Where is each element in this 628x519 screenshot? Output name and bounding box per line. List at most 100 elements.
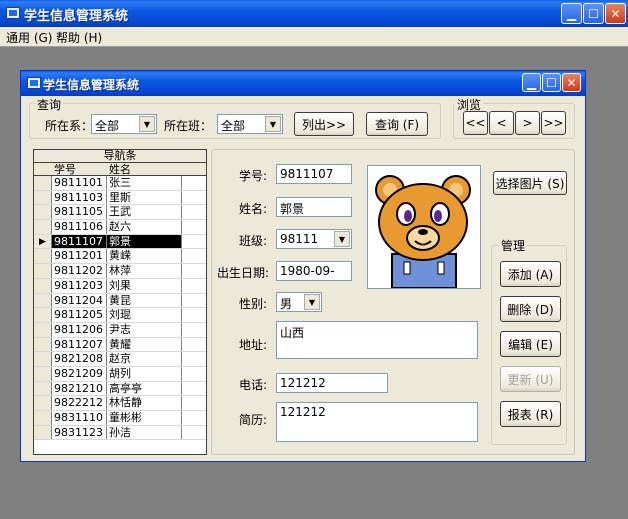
grid-cell-name[interactable]: 刘果 [107, 278, 182, 293]
grid-row[interactable]: 9811101 张三 [34, 176, 206, 191]
row-selector[interactable] [34, 322, 52, 337]
first-record-button[interactable]: << [463, 111, 488, 135]
main-title-bar[interactable]: 学生信息管理系统 ▁ ☐ ✕ [0, 0, 628, 27]
grid-cell-id[interactable]: 9811201 [52, 249, 107, 264]
gender-select[interactable]: 男 ▼ [276, 292, 322, 312]
row-selector-arrow-icon[interactable]: ▶ [34, 234, 52, 249]
grid-cell-id[interactable]: 9811101 [52, 176, 107, 190]
row-selector[interactable] [34, 176, 52, 190]
grid-cell-name[interactable]: 郭景 [107, 234, 182, 249]
update-button[interactable]: 更新 (U) [500, 366, 561, 392]
grid-row[interactable]: 9811203 刘果 [34, 278, 206, 294]
grid-row[interactable]: 9822212 林恬静 [34, 396, 206, 411]
chevron-down-icon[interactable]: ▼ [139, 116, 155, 132]
birth-date-field[interactable]: 1980-09-10 [276, 261, 352, 281]
grid-row[interactable]: 9821209 胡列 [34, 366, 206, 382]
grid-cell-name[interactable]: 孙洁 [107, 425, 182, 440]
grid-row[interactable]: 9821208 赵京 [34, 352, 206, 367]
grid-cell-id[interactable]: 9811106 [52, 220, 107, 234]
grid-cell-name[interactable]: 黄耀 [107, 337, 182, 352]
grid-cell-name[interactable]: 胡列 [107, 366, 182, 381]
grid-header-name[interactable]: 姓名 [109, 163, 131, 177]
grid-cell-name[interactable]: 刘琨 [107, 308, 182, 322]
grid-cell-id[interactable]: 9811206 [52, 322, 107, 337]
grid-row[interactable]: 9831110 童彬彬 [34, 411, 206, 426]
row-selector[interactable] [34, 249, 52, 264]
maximize-button[interactable]: ☐ [583, 3, 604, 24]
row-selector[interactable] [34, 190, 52, 205]
grid-row[interactable]: 9811204 黄昆 [34, 293, 206, 309]
row-selector[interactable] [34, 278, 52, 293]
row-selector[interactable] [34, 293, 52, 308]
row-selector[interactable] [34, 381, 52, 396]
navigation-grid[interactable]: 导航条 学号 姓名 9811101 张三 9811103 里斯 9811105 王武 981… [33, 149, 207, 455]
minimize-button[interactable]: ▁ [561, 3, 582, 24]
grid-cell-id[interactable]: 9811203 [52, 278, 107, 293]
dept-select[interactable]: 全部 ▼ [91, 114, 157, 134]
grid-cell-name[interactable]: 张三 [107, 176, 182, 190]
grid-row[interactable]: 9811105 王武 [34, 205, 206, 221]
grid-row[interactable]: 9811206 尹志 [34, 322, 206, 338]
grid-row[interactable]: 9811207 黄耀 [34, 337, 206, 353]
list-button[interactable]: 列出>> [294, 112, 354, 136]
grid-row[interactable]: 9811106 赵六 [34, 220, 206, 235]
grid-cell-id[interactable]: 9811202 [52, 264, 107, 278]
row-selector[interactable] [34, 396, 52, 410]
chevron-down-icon[interactable]: ▼ [265, 116, 281, 132]
row-selector[interactable] [34, 352, 52, 366]
report-button[interactable]: 报表 (R) [500, 401, 561, 427]
dialog-maximize-button[interactable]: ☐ [542, 73, 561, 92]
grid-cell-id[interactable]: 9822212 [52, 396, 107, 410]
grid-header-id[interactable]: 学号 [54, 163, 76, 177]
chevron-down-icon[interactable]: ▼ [304, 294, 320, 310]
grid-cell-name[interactable]: 王武 [107, 205, 182, 220]
grid-cell-id[interactable]: 9831123 [52, 425, 107, 440]
grid-cell-id[interactable]: 9811107 [52, 234, 107, 249]
class-select[interactable]: 全部 ▼ [217, 114, 283, 134]
grid-row[interactable]: 9811202 林萍 [34, 264, 206, 279]
row-selector[interactable] [34, 264, 52, 278]
row-selector[interactable] [34, 337, 52, 352]
add-button[interactable]: 添加 (A) [500, 261, 561, 287]
grid-cell-id[interactable]: 9811204 [52, 293, 107, 308]
dialog-close-button[interactable]: ✕ [562, 73, 581, 92]
grid-cell-id[interactable]: 9821209 [52, 366, 107, 381]
row-selector[interactable] [34, 366, 52, 381]
grid-cell-id[interactable]: 9811103 [52, 190, 107, 205]
edit-button[interactable]: 编辑 (E) [500, 331, 561, 357]
row-selector[interactable] [34, 220, 52, 234]
grid-cell-name[interactable]: 尹志 [107, 322, 182, 337]
phone-field[interactable]: 121212 [276, 373, 388, 393]
address-field[interactable]: 山西 [276, 321, 478, 359]
last-record-button[interactable]: >> [541, 111, 566, 135]
grid-cell-name[interactable]: 林萍 [107, 264, 182, 278]
grid-cell-name[interactable]: 赵六 [107, 220, 182, 234]
row-selector[interactable] [34, 308, 52, 322]
grid-cell-id[interactable]: 9821208 [52, 352, 107, 366]
grid-cell-id[interactable]: 9831110 [52, 411, 107, 425]
grid-cell-name[interactable]: 赵京 [107, 352, 182, 366]
grid-cell-id[interactable]: 9811205 [52, 308, 107, 322]
row-selector[interactable] [34, 205, 52, 220]
delete-button[interactable]: 删除 (D) [500, 296, 561, 322]
student-name-field[interactable]: 郭景 [276, 197, 352, 217]
grid-row[interactable]: 9811103 里斯 [34, 190, 206, 206]
grid-row[interactable]: 9811205 刘琨 [34, 308, 206, 323]
student-id-field[interactable]: 9811107 [276, 164, 352, 184]
grid-cell-name[interactable]: 黄嵘 [107, 249, 182, 264]
grid-cell-name[interactable]: 黄昆 [107, 293, 182, 308]
select-image-button[interactable]: 选择图片 (S) [493, 171, 567, 195]
resume-field[interactable]: 121212 [276, 402, 478, 442]
menu-help[interactable]: 帮助 (H) [56, 29, 102, 46]
grid-row[interactable]: 9821210 高亭亭 [34, 381, 206, 397]
row-selector[interactable] [34, 411, 52, 425]
close-button[interactable]: ✕ [605, 3, 626, 24]
row-selector[interactable] [34, 425, 52, 440]
grid-cell-id[interactable]: 9811207 [52, 337, 107, 352]
grid-cell-id[interactable]: 9821210 [52, 381, 107, 396]
student-class-select[interactable]: 98111 ▼ [276, 229, 352, 249]
grid-row[interactable]: 9811201 黄嵘 [34, 249, 206, 265]
next-record-button[interactable]: > [515, 111, 540, 135]
menu-general[interactable]: 通用 (G) [6, 29, 52, 46]
chevron-down-icon[interactable]: ▼ [334, 231, 350, 247]
